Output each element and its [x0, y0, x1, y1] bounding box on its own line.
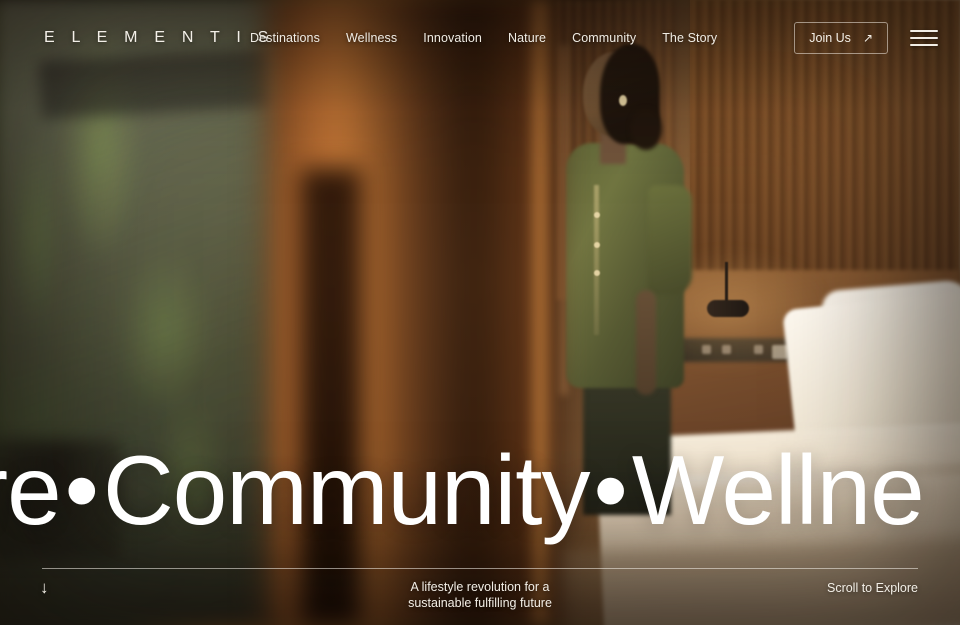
nav-item-community[interactable]: Community: [572, 31, 636, 45]
nav-item-innovation[interactable]: Innovation: [423, 31, 482, 45]
hero-page: E L E M E N T I S Destinations Wellness …: [0, 0, 960, 625]
hamburger-line: [910, 30, 938, 32]
site-header: E L E M E N T I S Destinations Wellness …: [0, 0, 960, 76]
join-us-label: Join Us: [809, 31, 851, 45]
hamburger-line: [910, 37, 938, 39]
brand-logo[interactable]: E L E M E N T I S: [44, 29, 274, 47]
hamburger-menu-icon[interactable]: [910, 28, 938, 48]
nav-item-destinations[interactable]: Destinations: [250, 31, 320, 45]
nav-item-nature[interactable]: Nature: [508, 31, 546, 45]
bottom-divider: [42, 568, 918, 569]
hero-background-photo: [0, 0, 960, 625]
hero-tagline: A lifestyle revolution for a sustainable…: [0, 579, 960, 611]
hamburger-line: [910, 44, 938, 46]
nav-item-wellness[interactable]: Wellness: [346, 31, 397, 45]
vignette-overlay: [0, 0, 960, 625]
join-us-button[interactable]: Join Us ↗: [794, 22, 888, 54]
hero-footer-bar: ↓ A lifestyle revolution for a sustainab…: [0, 570, 960, 625]
nav-item-the-story[interactable]: The Story: [662, 31, 717, 45]
tagline-line-2: sustainable fulfilling future: [408, 596, 552, 610]
arrow-up-right-icon: ↗: [862, 31, 873, 45]
scroll-to-explore-label[interactable]: Scroll to Explore: [827, 581, 918, 595]
tagline-line-1: A lifestyle revolution for a: [410, 580, 550, 594]
primary-navigation: Destinations Wellness Innovation Nature …: [250, 31, 717, 45]
header-actions: Join Us ↗: [794, 22, 938, 54]
